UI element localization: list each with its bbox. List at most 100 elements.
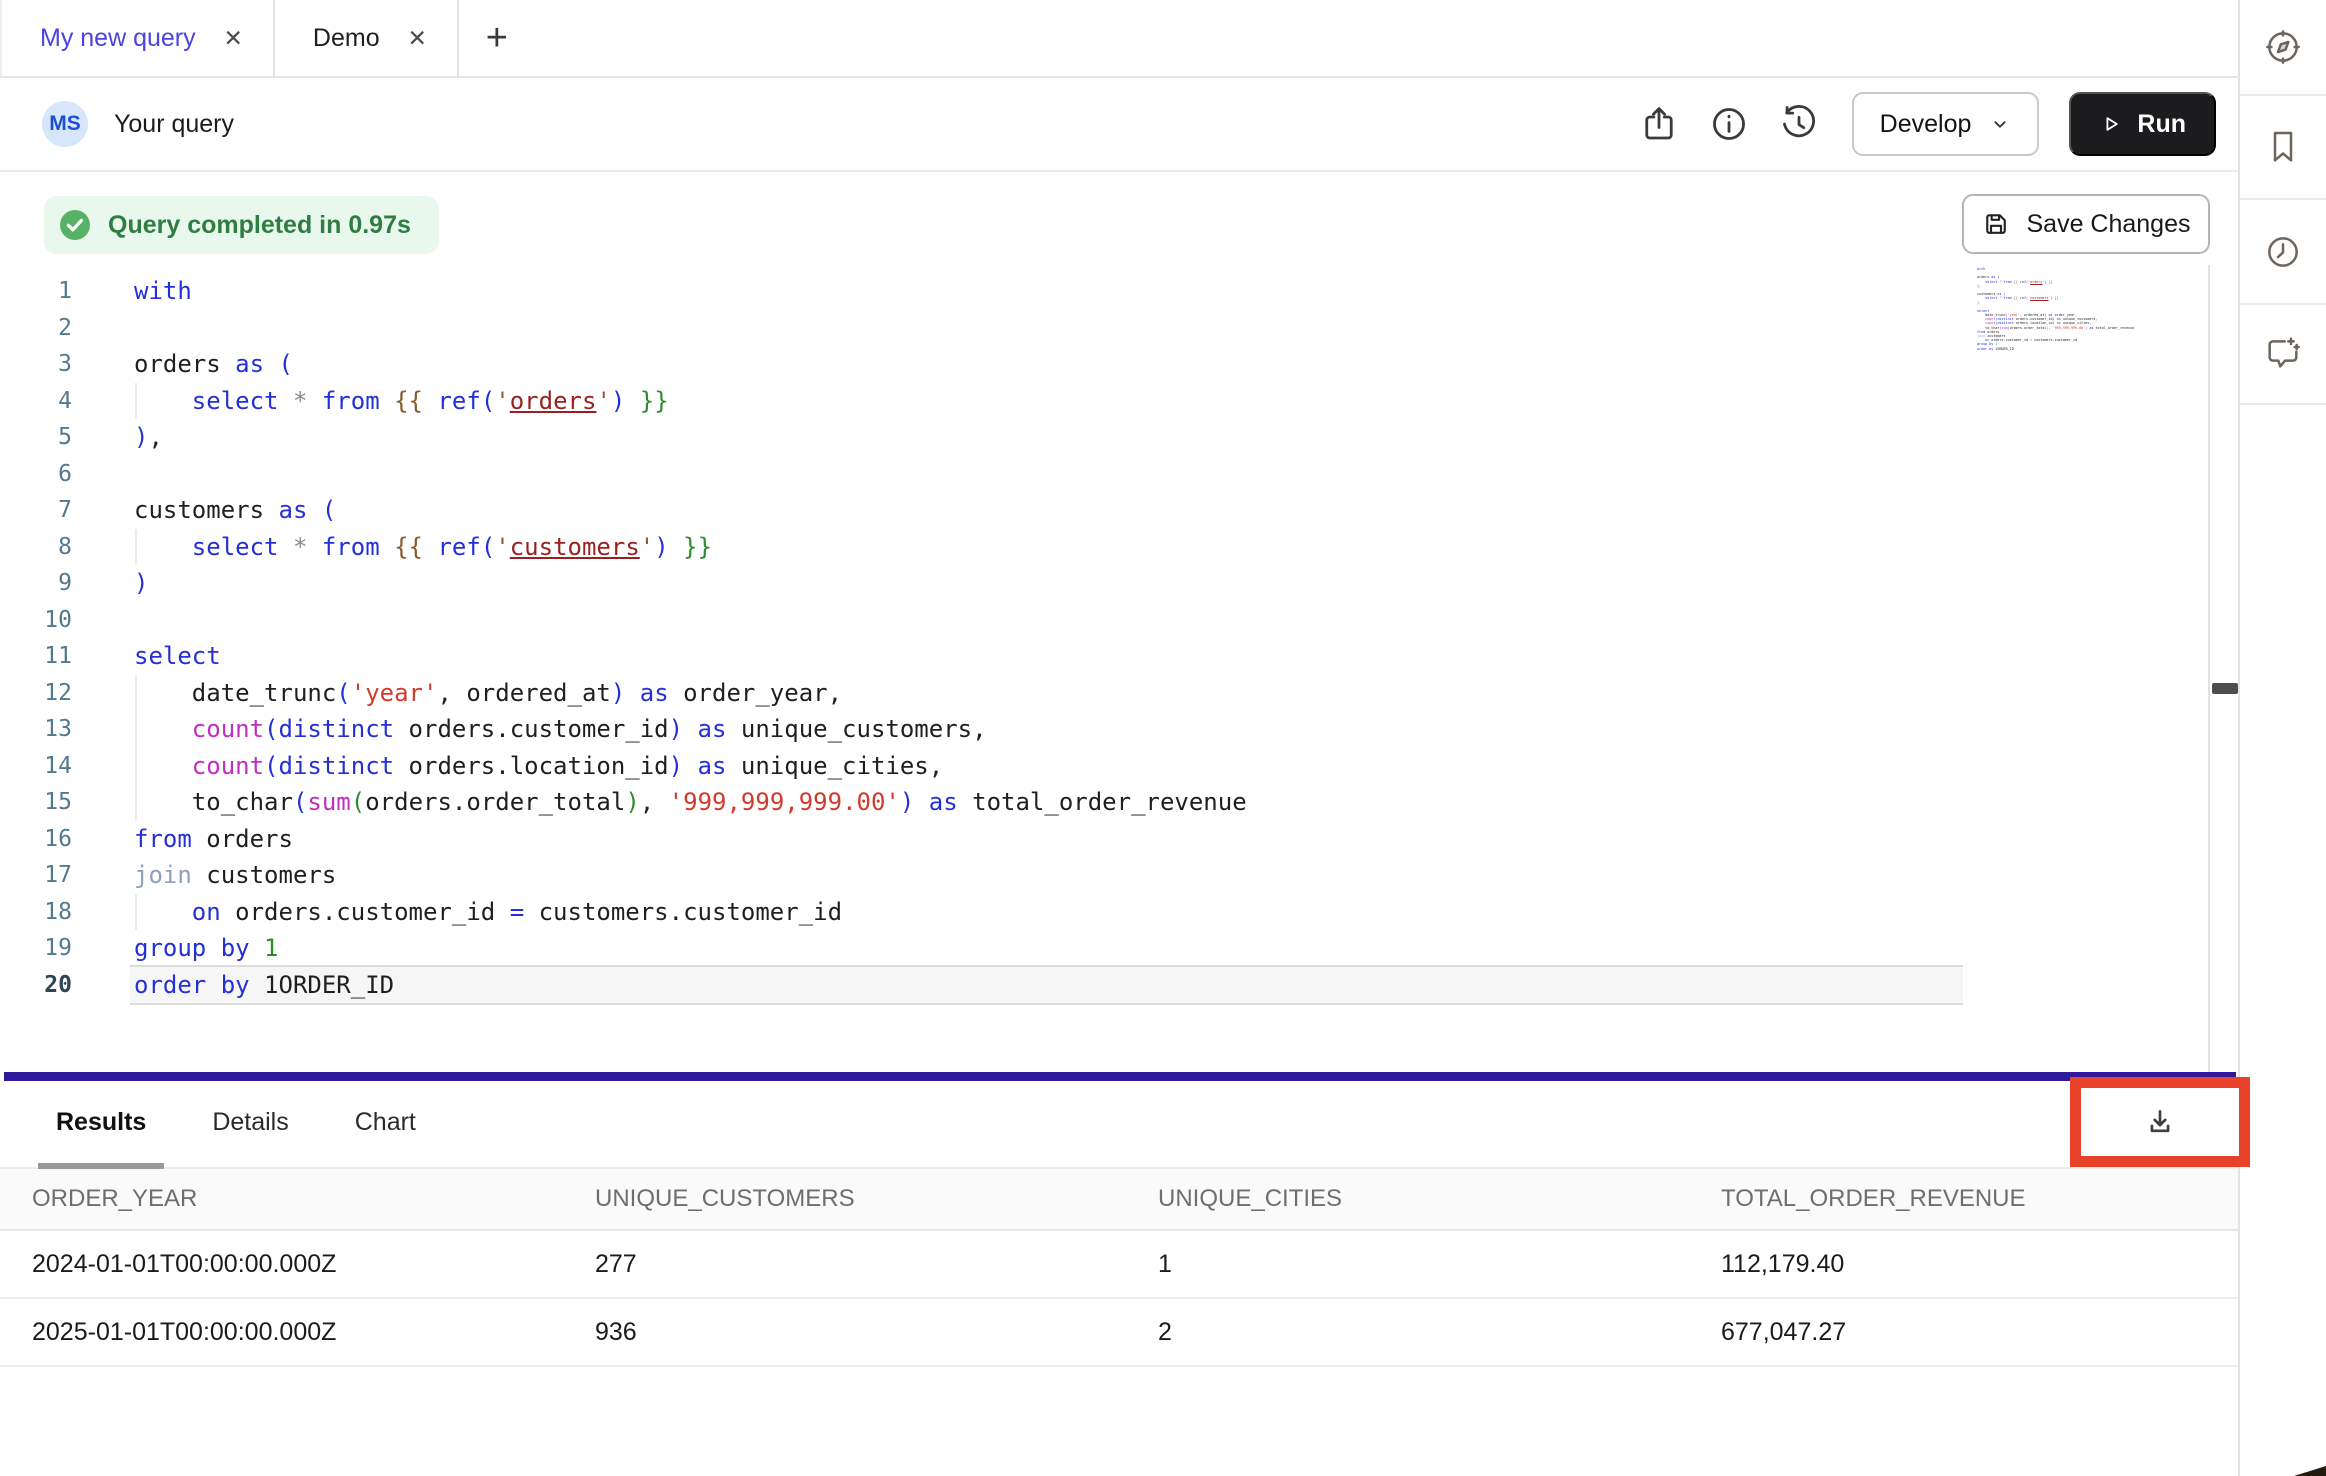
line-number: 16: [0, 821, 72, 858]
code-line-16[interactable]: from orders: [130, 821, 1963, 858]
run-label: Run: [2137, 110, 2186, 139]
cell: 677,047.27: [1721, 1318, 2238, 1347]
query-status-badge: Query completed in 0.97s: [44, 196, 439, 254]
line-number: 19: [0, 930, 72, 967]
editor-tab-bar: My new query ✕ Demo ✕ +: [0, 0, 2238, 78]
line-number: 18: [0, 894, 72, 931]
save-changes-button[interactable]: Save Changes: [1962, 194, 2210, 254]
info-icon[interactable]: [1708, 103, 1750, 145]
query-status-text: Query completed in 0.97s: [108, 211, 411, 240]
tab-my-new-query[interactable]: My new query ✕: [2, 0, 275, 76]
line-number: 1: [0, 273, 72, 310]
table-row[interactable]: 2024-01-01T00:00:00.000Z2771112,179.40: [0, 1231, 2238, 1299]
code-line-2[interactable]: [130, 310, 1963, 347]
line-number: 9: [0, 565, 72, 602]
line-number: 14: [0, 748, 72, 785]
results-pane: Results Details Chart ORDER_YEARUNIQUE_CUS…: [0, 1081, 2238, 1476]
line-number: 10: [0, 602, 72, 639]
line-number: 2: [0, 310, 72, 347]
line-number: 3: [0, 346, 72, 383]
cell: 936: [595, 1318, 1158, 1347]
close-icon[interactable]: ✕: [224, 27, 243, 50]
code-line-5[interactable]: ),: [130, 419, 1963, 456]
table-row[interactable]: 2025-01-01T00:00:00.000Z9362677,047.27: [0, 1299, 2238, 1367]
code-line-3[interactable]: orders as (: [130, 346, 1963, 383]
close-icon[interactable]: ✕: [408, 27, 427, 50]
chevron-down-icon: [1989, 113, 2011, 135]
line-number: 12: [0, 675, 72, 712]
run-button[interactable]: Run: [2069, 92, 2216, 156]
code-line-14[interactable]: count(distinct orders.location_id) as un…: [130, 748, 1963, 785]
editor-results-divider[interactable]: [4, 1072, 2236, 1081]
code-line-4[interactable]: select * from {{ ref('orders') }}: [130, 383, 1963, 420]
results-tab-details[interactable]: Details: [194, 1081, 306, 1169]
download-icon: [2143, 1105, 2177, 1139]
cell: 2025-01-01T00:00:00.000Z: [32, 1318, 595, 1347]
history-icon[interactable]: [1778, 103, 1820, 145]
compass-icon: [2263, 27, 2303, 67]
bookmark-icon: [2263, 127, 2303, 167]
cell: 277: [595, 1250, 1158, 1279]
cell: 2024-01-01T00:00:00.000Z: [32, 1250, 595, 1279]
line-number-gutter: 1234567891011121314151617181920: [0, 273, 72, 1003]
table-header-row: ORDER_YEARUNIQUE_CUSTOMERSUNIQUE_CITIEST…: [0, 1169, 2238, 1231]
results-tab-results[interactable]: Results: [38, 1081, 164, 1169]
minimap[interactable]: with orders as ( select * from {{ ref('o…: [1977, 267, 2133, 351]
clock-icon: [2263, 232, 2303, 272]
new-tab-button[interactable]: +: [459, 0, 535, 76]
code-line-20[interactable]: order by 1ORDER_ID: [130, 967, 1963, 1004]
code-line-18[interactable]: on orders.customer_id = customers.custom…: [130, 894, 1963, 931]
cell: 112,179.40: [1721, 1250, 2238, 1279]
code-line-8[interactable]: select * from {{ ref('customers') }}: [130, 529, 1963, 566]
line-number: 20: [0, 967, 72, 1004]
code-line-1[interactable]: with: [130, 273, 1963, 310]
column-header: UNIQUE_CITIES: [1158, 1185, 1721, 1213]
code-line-12[interactable]: date_trunc('year', ordered_at) as order_…: [130, 675, 1963, 712]
line-number: 11: [0, 638, 72, 675]
right-sidebar: [2238, 0, 2326, 1476]
sidebar-item-history[interactable]: [2240, 200, 2326, 305]
column-header: UNIQUE_CUSTOMERS: [595, 1185, 1158, 1213]
check-circle-icon: [57, 207, 93, 243]
sidebar-item-explore[interactable]: [2240, 0, 2326, 96]
code-line-19[interactable]: group by 1: [130, 930, 1963, 967]
code-line-6[interactable]: [130, 456, 1963, 493]
line-number: 5: [0, 419, 72, 456]
code-line-7[interactable]: customers as (: [130, 492, 1963, 529]
develop-dropdown[interactable]: Develop: [1852, 92, 2040, 156]
code-line-9[interactable]: ): [130, 565, 1963, 602]
results-tab-chart[interactable]: Chart: [337, 1081, 434, 1169]
tab-label: My new query: [40, 24, 196, 53]
code-line-10[interactable]: [130, 602, 1963, 639]
splitter-drag-handle[interactable]: [2212, 683, 2238, 694]
tab-label: Demo: [313, 24, 380, 53]
develop-label: Develop: [1880, 110, 1972, 139]
line-number: 13: [0, 711, 72, 748]
code-line-15[interactable]: to_char(sum(orders.order_total), '999,99…: [130, 784, 1963, 821]
sidebar-item-ai-chat[interactable]: [2240, 305, 2326, 405]
code-line-13[interactable]: count(distinct orders.customer_id) as un…: [130, 711, 1963, 748]
column-header: ORDER_YEAR: [32, 1185, 595, 1213]
status-row: Query completed in 0.97s Save Changes: [0, 172, 2238, 265]
sql-editor[interactable]: 1234567891011121314151617181920 with ord…: [0, 265, 2210, 1072]
results-tab-bar: Results Details Chart: [0, 1081, 2238, 1169]
line-number: 6: [0, 456, 72, 493]
avatar: MS: [42, 101, 88, 147]
code-line-11[interactable]: select: [130, 638, 1963, 675]
save-icon: [1981, 209, 2011, 239]
cell: 1: [1158, 1250, 1721, 1279]
page-title: Your query: [114, 110, 234, 139]
annotation-highlight-box: [2070, 1077, 2250, 1167]
line-number: 7: [0, 492, 72, 529]
pane-splitter[interactable]: [2208, 265, 2238, 1072]
code-line-17[interactable]: join customers: [130, 857, 1963, 894]
sidebar-item-bookmarks[interactable]: [2240, 96, 2326, 200]
code-lines[interactable]: with orders as ( select * from {{ ref('o…: [130, 273, 1963, 1003]
line-number: 17: [0, 857, 72, 894]
download-results-button[interactable]: [2081, 1088, 2239, 1156]
query-header: MS Your query Develop: [0, 78, 2238, 172]
play-icon: [2099, 112, 2123, 136]
tab-demo[interactable]: Demo ✕: [275, 0, 459, 76]
share-icon[interactable]: [1638, 103, 1680, 145]
cursor-artifact: [2294, 1466, 2326, 1476]
